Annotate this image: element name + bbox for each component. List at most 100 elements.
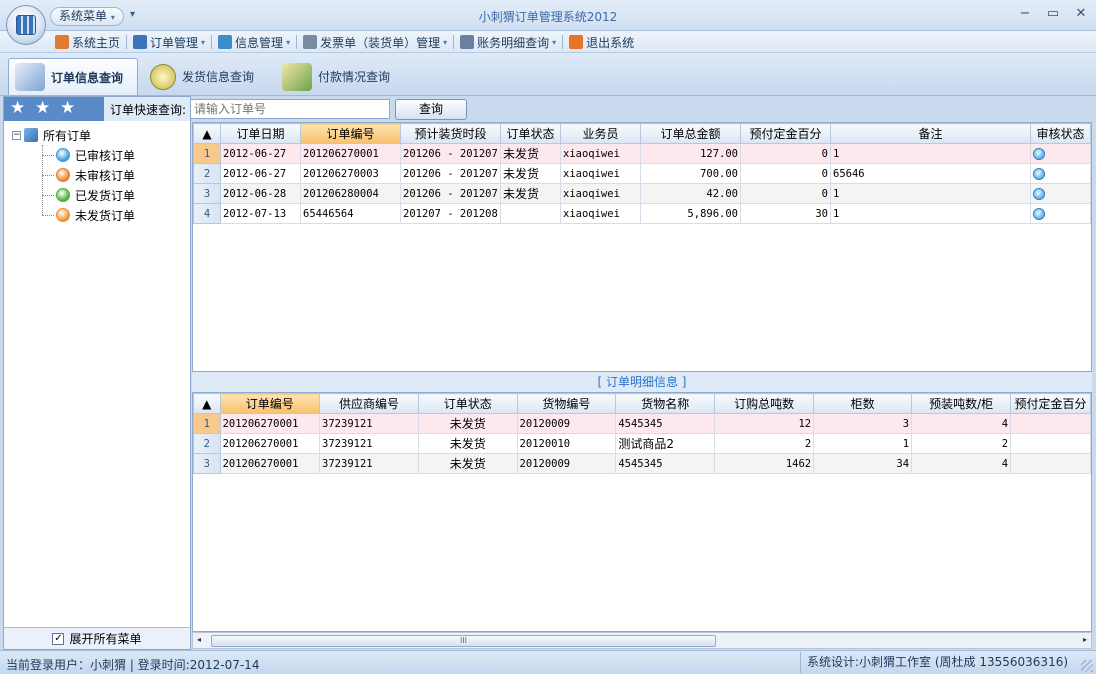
order-tree: − 所有订单已审核订单 未审核订单已发货订单未发货订单 [12,125,135,225]
menu-item[interactable]: 退出系统 [566,34,637,51]
cell-period: 201206 - 201207 [400,163,501,184]
approved-check-icon: ✓ [1033,168,1045,180]
scroll-left-arrow-icon[interactable]: ◂ [197,635,201,644]
sort-corner-icon[interactable]: ▲ [193,393,221,414]
row-number: 2 [193,433,221,454]
menu-item[interactable]: 订单管理 ▾ [130,34,208,51]
tree-node[interactable]: 已审核订单 [12,145,135,165]
column-header[interactable]: 预计装货时段 [400,123,501,144]
minimize-button[interactable]: − [1018,6,1032,21]
cell-status: 未发货 [417,433,518,454]
column-header[interactable]: 订单编号 [300,123,401,144]
orders-grid: ▲ 订单日期 订单编号 预计装货时段 订单状态 业务员 订单总金额 预付定金百分 备注 审核状态 … [192,122,1092,372]
search-label: 订单快速查询: [110,102,187,117]
column-header[interactable]: 货物编号 [516,393,617,414]
cell-amount: 127.00 [640,143,741,164]
table-row[interactable]: 4 2012-07-13 65446564 201207 - 201208 xiaoqi… [193,203,1091,224]
close-button[interactable]: ✕ [1074,6,1088,21]
tree-node[interactable]: 已发货订单 [12,185,135,205]
cell-deposit [1010,433,1091,454]
menu-separator [126,35,128,49]
login-status: 当前登录用户：小刺猬 | 登录时间:2012-07-14 [6,658,260,672]
cell-containers: 3 [813,413,913,434]
cell-deposit: 0 [740,163,831,184]
column-header[interactable]: 订购总吨数 [714,393,815,414]
cell-id: 201206270003 [300,163,401,184]
tree-node-label: 所有订单 [43,128,92,143]
collapse-icon[interactable]: − [12,130,21,140]
column-header[interactable]: 备注 [830,123,1031,144]
search-button[interactable]: 查询 [395,98,468,120]
column-header[interactable]: 柜数 [813,393,913,414]
scroll-right-arrow-icon[interactable]: ▸ [1083,635,1087,644]
row-number: 1 [193,413,221,434]
cell-id: 201206270001 [300,143,401,164]
menu-item[interactable]: 信息管理 ▾ [215,34,293,51]
application-orb-button[interactable] [6,5,46,45]
maximize-button[interactable]: ▭ [1046,6,1060,21]
tree-connector [42,214,54,216]
column-header[interactable]: 订单日期 [220,123,301,144]
tree-connector [42,194,54,196]
tree-node-all-orders[interactable]: − 所有订单 [12,125,135,145]
menu-item-label: 信息管理 [235,35,284,50]
cell-status: 未发货 [500,163,561,184]
tree-node[interactable]: 未审核订单 [12,165,135,185]
horizontal-scrollbar[interactable]: ◂ III ▸ [192,632,1092,649]
column-header[interactable]: 订单状态 [417,393,518,414]
cell-audited: ✓ [1030,183,1091,204]
column-header[interactable]: 供应商编号 [319,393,419,414]
tree-node-label: 已发货订单 [75,188,136,203]
tab-order-search[interactable]: 订单信息查询 [8,58,138,95]
expand-all-checkbox[interactable]: ✓ [52,632,65,645]
column-header[interactable]: 审核状态 [1030,123,1091,144]
money-icon [282,62,312,91]
column-header[interactable]: 货物名称 [615,393,716,414]
menu-item[interactable]: 发票单（装货单）管理 ▾ [300,34,450,51]
table-row[interactable]: 2 2012-06-27 201206270003 201206 - 201207 未发… [193,163,1091,184]
column-header[interactable]: 业务员 [560,123,641,144]
column-header[interactable]: 订单状态 [500,123,561,144]
cell-date: 2012-06-27 [220,163,301,184]
designer-credit: 系统设计:小刺猬工作室 (周杜成 13556036316) [800,652,1074,673]
tab-money[interactable]: 付款情况查询 [282,58,390,95]
quick-search-bar: 订单快速查询: 查询 [100,96,1096,122]
tab-clock[interactable]: 发货信息查询 [150,58,254,95]
cell-period: 201206 - 201207 [400,143,501,164]
column-header[interactable]: 订单编号 [219,393,321,414]
home-icon [55,35,69,49]
resize-grip-icon[interactable] [1081,660,1093,672]
expand-all-toggle[interactable]: ✓ 展开所有菜单 [4,627,190,649]
table-row[interactable]: 1 2012-06-27 201206270001 201206 - 201207 未发… [193,143,1091,164]
table-row[interactable]: 1 201206270001 37239121 未发货 20120009 4545345 1… [193,413,1091,434]
column-header[interactable]: 预装吨数/柜 [911,393,1012,414]
app-logo-icon [16,15,36,35]
cell-supplier: 37239121 [319,413,419,434]
cell-status: 未发货 [500,183,561,204]
cell-amount: 700.00 [640,163,741,184]
order-detail-grid: ▲ 订单编号 供应商编号 订单状态 货物编号 货物名称 订购总吨数 柜数 预装吨数/柜 预付定金百… [192,392,1092,632]
exit-icon [569,35,584,49]
column-header[interactable]: 订单总金额 [640,123,741,144]
table-row[interactable]: 3 2012-06-28 201206280004 201206 - 201207 未发… [193,183,1091,204]
tree-node[interactable]: 未发货订单 [12,205,135,225]
cell-goods_no: 20120010 [516,433,617,454]
clock-icon [150,63,176,90]
table-row[interactable]: 3 201206270001 37239121 未发货 20120009 4545345 1… [193,453,1091,474]
order-icon [133,35,148,49]
pending-icon [56,168,70,182]
order-search-icon [15,63,45,91]
table-row[interactable]: 2 201206270001 37239121 未发货 20120010 测试商品2 2 1 2 [193,433,1091,454]
chevron-down-icon: ▾ [552,37,557,47]
column-header[interactable]: 预付定金百分 [1010,393,1091,414]
menu-item[interactable]: 账务明细查询 ▾ [457,34,559,51]
approved-check-icon: ✓ [1033,148,1045,160]
menu-item[interactable]: 系统主页 [52,34,123,51]
column-header[interactable]: 预付定金百分 [740,123,831,144]
scroll-thumb[interactable]: III [211,635,716,647]
order-number-input[interactable] [190,99,391,119]
cell-period: 201206 - 201207 [400,183,501,204]
cell-per_container: 2 [911,433,1012,454]
row-number: 3 [193,453,221,474]
sort-corner-icon[interactable]: ▲ [193,123,221,144]
